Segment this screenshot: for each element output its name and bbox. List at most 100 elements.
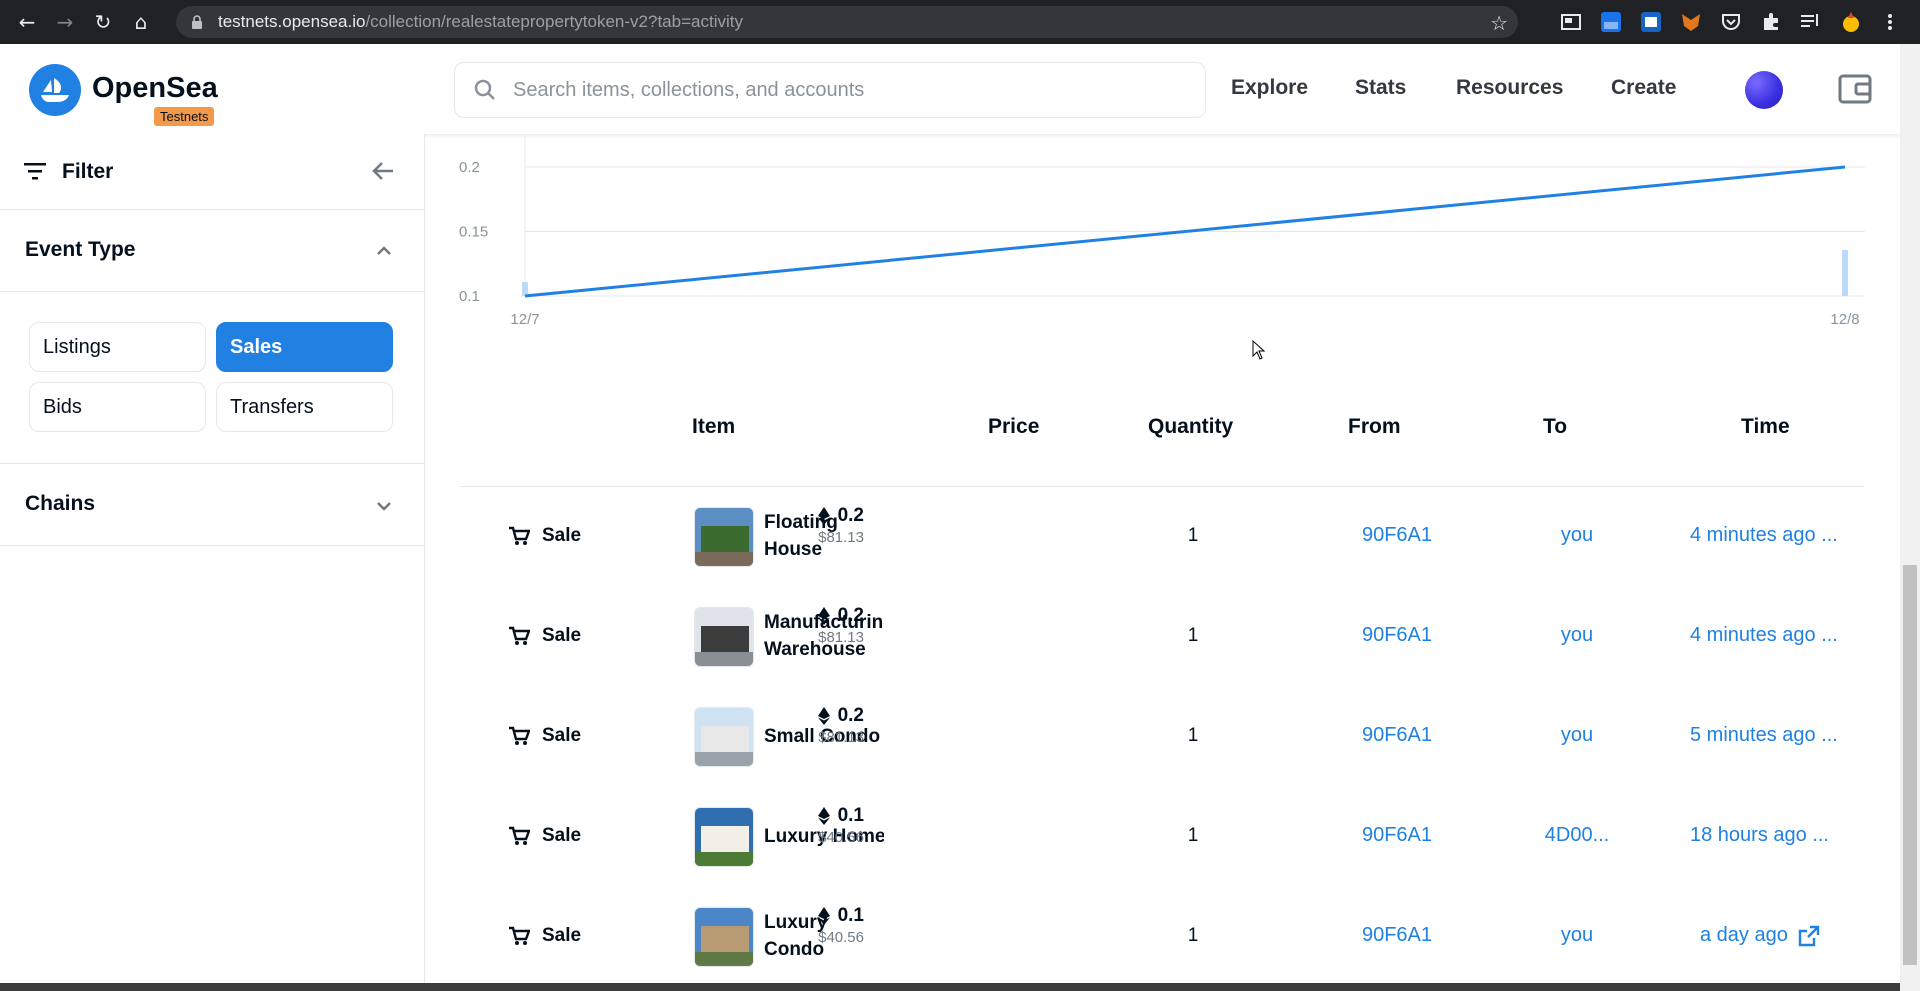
- item-thumbnail[interactable]: [694, 607, 754, 667]
- nav-explore[interactable]: Explore: [1231, 76, 1308, 100]
- time-link[interactable]: 4 minutes ago ...: [1690, 624, 1838, 647]
- event-type-bids[interactable]: Bids: [29, 382, 206, 432]
- x-tick-label: 12/8: [1830, 311, 1859, 328]
- to-address-link[interactable]: you: [1522, 924, 1632, 947]
- external-link-icon[interactable]: [1798, 925, 1820, 947]
- table-row[interactable]: Sale Floating House 0.2 $81.13 1 90F6A1 …: [460, 487, 1864, 587]
- search-box[interactable]: [454, 62, 1206, 118]
- to-address-link[interactable]: you: [1522, 524, 1632, 547]
- price-eth: 0.1: [837, 905, 864, 926]
- volume-bar: [1842, 250, 1848, 296]
- metamask-fox-icon[interactable]: [1678, 9, 1704, 35]
- time-text: 4 minutes ago ...: [1690, 624, 1838, 646]
- to-address-link[interactable]: 4D00...: [1522, 824, 1632, 847]
- filter-icon: [24, 163, 46, 180]
- event-type-sales[interactable]: Sales: [216, 322, 393, 372]
- from-address-link[interactable]: 90F6A1: [1342, 924, 1452, 947]
- profile-icon[interactable]: [1838, 9, 1864, 35]
- taskbar-strip: [0, 983, 1900, 991]
- quantity-cell: 1: [1187, 525, 1199, 546]
- col-quantity: Quantity: [1148, 415, 1234, 438]
- site-header: OpenSea Testnets Explore Stats Resources…: [0, 44, 1900, 134]
- media-queue-icon[interactable]: [1798, 9, 1824, 35]
- home-icon[interactable]: ⌂: [126, 7, 156, 37]
- cart-icon: [509, 626, 530, 645]
- to-address-link[interactable]: you: [1522, 724, 1632, 747]
- event-type-transfers[interactable]: Transfers: [216, 382, 393, 432]
- address-bar[interactable]: testnets.opensea.io/collection/realestat…: [176, 6, 1518, 38]
- y-tick-label: 0.15: [459, 224, 488, 241]
- x-tick-label: 12/7: [510, 311, 539, 328]
- event-type-listings[interactable]: Listings: [29, 322, 206, 372]
- price-usd: $81.13: [818, 629, 864, 646]
- time-text: 18 hours ago ...: [1690, 824, 1829, 846]
- col-price: Price: [988, 415, 1040, 438]
- from-address-link[interactable]: 90F6A1: [1342, 724, 1452, 747]
- collapse-arrow-icon[interactable]: [372, 161, 394, 181]
- quantity-cell: 1: [1187, 925, 1199, 946]
- opensea-logo-icon[interactable]: [29, 64, 81, 116]
- time-text: 5 minutes ago ...: [1690, 724, 1838, 746]
- from-address-link[interactable]: 90F6A1: [1342, 824, 1452, 847]
- item-thumbnail[interactable]: [694, 907, 754, 967]
- account-avatar[interactable]: [1745, 71, 1783, 109]
- table-row[interactable]: Sale Manufacturin Warehouse 0.2 $81.13 1…: [460, 587, 1864, 687]
- brand-name[interactable]: OpenSea: [92, 72, 218, 105]
- back-icon[interactable]: ←: [12, 7, 42, 37]
- to-address-link[interactable]: you: [1522, 624, 1632, 647]
- activity-table-header: Item Price Quantity From To Time: [460, 395, 1864, 487]
- price-cell: 0.2 $81.13: [817, 705, 864, 746]
- price-eth: 0.2: [837, 605, 864, 626]
- item-thumbnail[interactable]: [694, 807, 754, 867]
- tab-search-icon[interactable]: [1558, 9, 1584, 35]
- from-address-link[interactable]: 90F6A1: [1342, 524, 1452, 547]
- y-tick-label: 0.1: [459, 288, 480, 305]
- extension-blue-icon[interactable]: [1598, 9, 1624, 35]
- search-input[interactable]: [513, 78, 1163, 102]
- pocket-icon[interactable]: [1718, 9, 1744, 35]
- scrollbar-thumb[interactable]: [1903, 565, 1917, 965]
- item-thumbnail[interactable]: [694, 707, 754, 767]
- event-cell: Sale: [508, 625, 581, 647]
- chevron-up-icon[interactable]: [376, 245, 392, 255]
- cart-icon: [509, 826, 530, 845]
- from-address-link[interactable]: 90F6A1: [1342, 624, 1452, 647]
- cart-icon: [509, 926, 530, 945]
- item-thumbnail[interactable]: [694, 507, 754, 567]
- eth-icon: [817, 807, 830, 825]
- browser-menu-icon[interactable]: [1880, 9, 1900, 35]
- time-link[interactable]: 4 minutes ago ...: [1690, 524, 1838, 547]
- table-row[interactable]: Sale Luxury Condo 0.1 $40.56 1 90F6A1 yo…: [460, 887, 1864, 987]
- time-text: 4 minutes ago ...: [1690, 524, 1838, 546]
- event-cell: Sale: [508, 825, 581, 847]
- col-time: Time: [1741, 415, 1790, 438]
- forward-icon[interactable]: →: [50, 7, 80, 37]
- table-row[interactable]: Sale Luxury Home 0.1 $40.56 1 90F6A1 4D0…: [460, 787, 1864, 887]
- cart-icon: [509, 526, 530, 545]
- col-from: From: [1348, 415, 1401, 438]
- nav-create[interactable]: Create: [1611, 76, 1676, 100]
- event-type-header[interactable]: Event Type: [0, 210, 424, 292]
- price-eth: 0.2: [837, 705, 864, 726]
- event-label: Sale: [542, 525, 582, 546]
- reload-icon[interactable]: ↻: [88, 7, 118, 37]
- wallet-icon[interactable]: [1838, 74, 1872, 104]
- bookmark-star-icon[interactable]: ☆: [1490, 11, 1508, 35]
- chevron-down-icon[interactable]: [376, 501, 392, 511]
- chains-header[interactable]: Chains: [0, 464, 424, 546]
- time-link[interactable]: a day ago: [1700, 924, 1820, 947]
- filter-sidebar: Filter Event Type Listings Sales Bids Tr…: [0, 134, 425, 991]
- table-row[interactable]: Sale Small Condo 0.2 $81.13 1 90F6A1 you…: [460, 687, 1864, 787]
- time-text: a day ago: [1700, 924, 1788, 946]
- nav-stats[interactable]: Stats: [1355, 76, 1406, 100]
- extensions-puzzle-icon[interactable]: [1758, 9, 1784, 35]
- time-link[interactable]: 5 minutes ago ...: [1690, 724, 1838, 747]
- col-to: To: [1543, 415, 1568, 438]
- event-label: Sale: [542, 825, 582, 846]
- event-type-options: Listings Sales Bids Transfers: [0, 292, 424, 464]
- extension-reader-icon[interactable]: [1638, 9, 1664, 35]
- nav-resources[interactable]: Resources: [1456, 76, 1563, 100]
- price-eth: 0.2: [837, 505, 864, 526]
- time-link[interactable]: 18 hours ago ...: [1690, 824, 1829, 847]
- quantity-cell: 1: [1187, 625, 1199, 646]
